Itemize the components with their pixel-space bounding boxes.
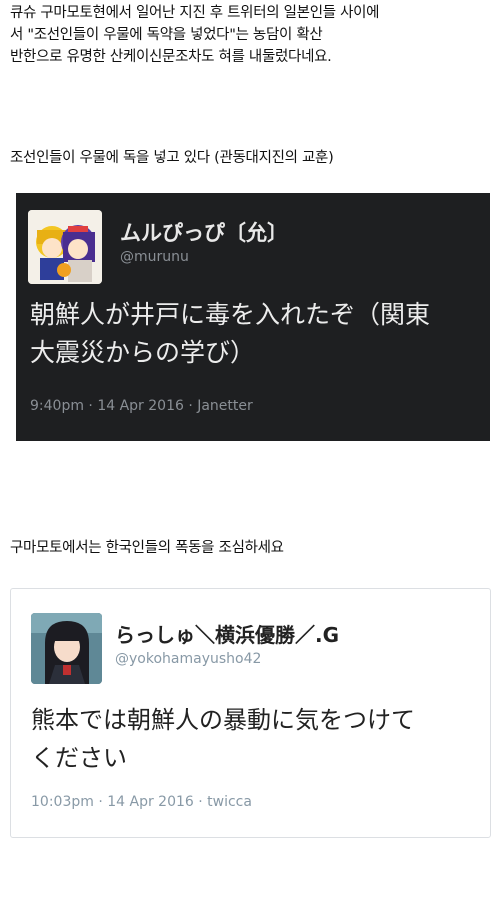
intro-line: 큐슈 구마모토현에서 일어난 지진 후 트위터의 일본인들 사이에 (10, 5, 380, 21)
intro-line: 서 "조선인들이 우물에 독약을 넣었다"는 농담이 확산 (10, 27, 323, 43)
tweet-card-2[interactable]: らっしゅ＼横浜優勝／.G @yokohamayusho42 熊本では朝鮮人の暴動… (10, 588, 491, 838)
tweet-author-name[interactable]: ムルぴっぴ〔允〕 (120, 217, 288, 247)
tweet-text-line: 大震災からの学び） (30, 338, 256, 367)
anime-avatar-icon (28, 210, 102, 284)
tweet-card-1[interactable]: ムルぴっぴ〔允〕 @murunu 朝鮮人が井戸に毒を入れたぞ（関東 大震災からの… (16, 193, 490, 441)
avatar[interactable] (31, 613, 102, 684)
anime-avatar-icon (31, 613, 102, 684)
caption-tweet2: 구마모토에서는 한국인들의 폭동을 조심하세요 (10, 540, 284, 556)
tweet-text: 熊本では朝鮮人の暴動に気をつけて ください (31, 701, 415, 777)
caption-tweet1: 조선인들이 우물에 독을 넣고 있다 (관동대지진의 교훈) (10, 150, 334, 166)
tweet-author-handle[interactable]: @yokohamayusho42 (115, 651, 261, 667)
tweet-text-line: ください (31, 744, 127, 772)
intro-text: 큐슈 구마모토현에서 일어난 지진 후 트위터의 일본인들 사이에 서 "조선인… (10, 2, 492, 68)
tweet-text-line: 朝鮮人が井戸に毒を入れたぞ（関東 (30, 300, 431, 329)
intro-line: 반한으로 유명한 산케이신문조차도 혀를 내둘렀다네요. (10, 49, 332, 65)
tweet-author-handle[interactable]: @murunu (120, 249, 189, 265)
tweet-author-name[interactable]: らっしゅ＼横浜優勝／.G (115, 619, 339, 648)
tweet-text: 朝鮮人が井戸に毒を入れたぞ（関東 大震災からの学び） (30, 296, 430, 372)
tweet-text-line: 熊本では朝鮮人の暴動に気をつけて (31, 706, 415, 734)
avatar[interactable] (28, 210, 102, 284)
tweet-meta[interactable]: 9:40pm · 14 Apr 2016 · Janetter (30, 398, 253, 414)
tweet-meta[interactable]: 10:03pm · 14 Apr 2016 · twicca (31, 794, 252, 810)
